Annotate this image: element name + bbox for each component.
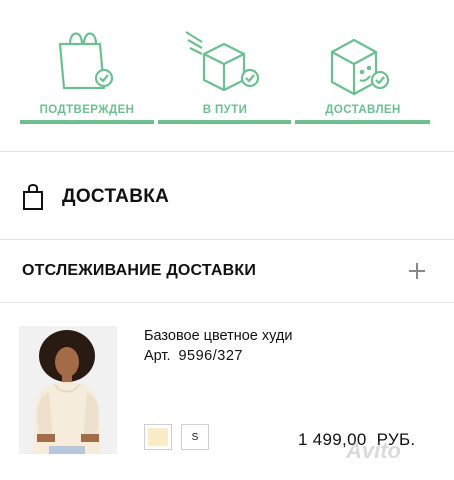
status-step-confirmed: ПОДТВЕРЖДЕН [20,22,154,116]
status-label-confirmed: ПОДТВЕРЖДЕН [39,104,135,116]
divider [0,239,454,240]
watermark: Avito [346,438,401,463]
progress-bar-delivered [295,120,430,124]
plus-icon[interactable] [408,262,426,280]
product-article: Арт. 9596/327 [144,348,243,364]
color-swatch [144,424,172,450]
tracking-accordion[interactable]: ОТСЛЕЖИВАНИЕ ДОСТАВКИ [22,258,426,284]
status-label-in-transit: В ПУТИ [202,104,248,116]
status-label-delivered: ДОСТАВЛЕН [325,104,401,116]
moving-box-check-icon [185,31,260,92]
order-status-tracker: ПОДТВЕРЖДЕН В ПУТИ ДОСТАВЛЕН [20,22,430,126]
shopping-bag-icon [23,184,43,210]
progress-bar-in-transit [158,120,291,124]
progress-bar-confirmed [20,120,154,124]
delivery-section-header: ДОСТАВКА [22,182,169,212]
status-step-delivered: ДОСТАВЛЕН [296,22,430,116]
divider [0,302,454,303]
product-name[interactable]: Базовое цветное худи [144,328,292,344]
color-swatch-fill [148,428,168,446]
happy-box-check-icon [330,38,390,96]
tracking-title: ОТСЛЕЖИВАНИЕ ДОСТАВКИ [22,262,257,279]
product-image[interactable] [19,326,117,454]
status-step-in-transit: В ПУТИ [158,22,292,116]
bag-check-icon [58,32,114,90]
delivery-title: ДОСТАВКА [62,186,170,207]
article-label: Арт. [144,348,171,364]
divider [0,151,454,152]
size-badge: S [181,424,209,450]
article-number: 9596/327 [178,348,243,364]
product-photo [19,326,117,454]
